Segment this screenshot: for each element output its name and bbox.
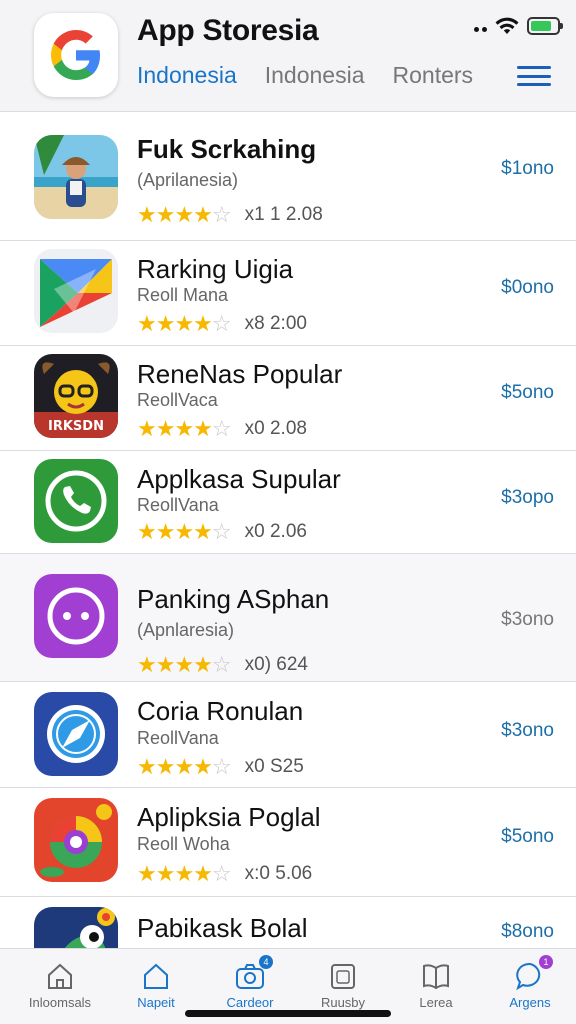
play-triangle-icon: [34, 249, 118, 333]
app-subtitle: Reoll Mana: [137, 285, 229, 305]
star-rating-icon: ★★★★ ☆: [137, 652, 232, 677]
tabbar-label: Cardeor: [226, 995, 274, 1010]
price-button[interactable]: $3ono: [501, 609, 554, 631]
app-name: Applkasa Supular: [137, 464, 341, 494]
beach-photo-icon: [34, 135, 118, 219]
tab-ronters[interactable]: Ronters: [393, 62, 474, 89]
rating-meta: x0 2.08: [244, 418, 307, 439]
rating-meta: x0 2.06: [244, 521, 307, 542]
tabbar-label: Napeit: [137, 995, 175, 1010]
star-rating-icon: ★★★★ ☆: [137, 861, 232, 886]
tabbar-item-napeit[interactable]: Napeit: [108, 961, 204, 1010]
list-item[interactable]: Pabikask Bolal $8ono: [0, 897, 576, 948]
star-rating-icon: ★★★★ ☆: [137, 754, 232, 779]
rating-meta: x1 1 2.08: [244, 204, 323, 225]
status-bar: [474, 16, 563, 36]
list-item[interactable]: Applkasa Supular ReollVana ★★★★ ☆ x0 2.06…: [0, 451, 576, 554]
rating-meta: x:0 5.06: [244, 863, 313, 884]
app-subtitle: Reoll Woha: [137, 834, 230, 854]
camera-icon: 4: [235, 955, 273, 991]
app-name: Aplipksia Poglal: [137, 802, 321, 832]
rating-meta: x8 2:00: [244, 313, 307, 334]
house-icon: [141, 961, 171, 991]
app-name: ReneNas Popular: [137, 359, 343, 389]
app-header: App Storesia Indonesia Indonesia Ronters: [0, 0, 576, 112]
tabbar-item-ruusby[interactable]: Ruusby: [295, 961, 391, 1010]
app-rating: ★★★★ ☆ x0 2.08: [137, 416, 307, 442]
chat-bubble-icon: 1: [515, 955, 553, 991]
app-name: Panking ASphan: [137, 584, 330, 614]
home-outline-icon: [45, 961, 75, 991]
star-rating-icon: ★★★★ ☆: [137, 202, 232, 227]
header-tabs: Indonesia Indonesia Ronters: [137, 62, 473, 89]
app-name: Pabikask Bolal: [137, 913, 308, 943]
tabbar-item-argens[interactable]: 1 Argens: [482, 955, 576, 1010]
star-rating-icon: ★★★★ ☆: [137, 416, 232, 441]
notification-badge: 1: [539, 955, 553, 969]
app-subtitle: ReollVaca: [137, 390, 218, 410]
cellular-signal-icon: [474, 20, 487, 32]
app-subtitle: (Apnlaresia): [137, 620, 235, 640]
list-item[interactable]: IRKSDN ReneNas Popular ReollVaca ★★★★ ☆ x…: [0, 346, 576, 451]
app-rating: ★★★★ ☆ x1 1 2.08: [137, 202, 323, 228]
price-button[interactable]: $3opo: [501, 487, 554, 509]
rating-meta: x0) 624: [244, 654, 308, 675]
colorful-swirl-icon: [34, 798, 118, 882]
list-item[interactable]: Panking ASphan (Apnlaresia) ★★★★ ☆ x0) 62…: [0, 554, 576, 682]
package-icon: [328, 961, 358, 991]
wifi-icon: [495, 17, 519, 34]
app-rating: ★★★★ ☆ x0) 624: [137, 652, 308, 678]
tabbar-label: Inloomsals: [28, 995, 92, 1010]
star-rating-icon: ★★★★ ☆: [137, 519, 232, 544]
app-name: Fuk Scrkahing: [137, 134, 317, 164]
tabbar-item-lerea[interactable]: Lerea: [388, 961, 484, 1010]
app-rating: ★★★★ ☆ x:0 5.06: [137, 861, 312, 887]
icon-caption: IRKSDN: [48, 419, 104, 434]
cartoon-bird-icon: [34, 907, 118, 948]
tab-indonesia[interactable]: Indonesia: [137, 62, 237, 89]
price-button[interactable]: $0ono: [501, 277, 554, 299]
tabbar-label: Lerea: [419, 995, 453, 1010]
list-item[interactable]: Coria Ronulan ReollVana ★★★★ ☆ x0 S25 $3o…: [0, 682, 576, 788]
list-item[interactable]: Aplipksia Poglal Reoll Woha ★★★★ ☆ x:0 5.…: [0, 788, 576, 897]
tabbar-label: Ruusby: [320, 995, 366, 1010]
notification-badge: 4: [259, 955, 273, 969]
tabbar-item-cardeor[interactable]: 4 Cardeor: [202, 955, 298, 1010]
price-button[interactable]: $3ono: [501, 720, 554, 742]
app-subtitle: ReollVana: [137, 495, 219, 515]
app-name: Coria Ronulan: [137, 696, 304, 726]
app-rating: ★★★★ ☆ x8 2:00: [137, 311, 307, 337]
price-button[interactable]: $5ono: [501, 382, 554, 404]
app-subtitle: ReollVana: [137, 728, 219, 748]
tabbar-label: Argens: [509, 995, 551, 1010]
tabbar-item-inloomsals[interactable]: Inloomsals: [12, 961, 108, 1010]
list-item[interactable]: Fuk Scrkahing (Aprilanesia) ★★★★ ☆ x1 1 2…: [0, 112, 576, 241]
tab-indonesia-2[interactable]: Indonesia: [265, 62, 365, 89]
chat-dots-icon: [34, 574, 118, 658]
list-item[interactable]: Rarking Uigia Reoll Mana ★★★★ ☆ x8 2:00 $…: [0, 241, 576, 346]
home-indicator[interactable]: [185, 1010, 391, 1017]
google-logo-icon[interactable]: [34, 13, 118, 97]
price-button[interactable]: $1ono: [501, 158, 554, 180]
app-rating: ★★★★ ☆ x0 S25: [137, 754, 304, 780]
app-name: Rarking Uigia: [137, 254, 294, 284]
compass-icon: [34, 692, 118, 776]
phone-call-icon: [34, 459, 118, 543]
page-title: App Storesia: [137, 14, 319, 47]
app-subtitle: (Aprilanesia): [137, 170, 239, 190]
app-rating: ★★★★ ☆ x0 2.06: [137, 519, 307, 545]
cartoon-character-icon: IRKSDN: [34, 354, 118, 438]
book-open-icon: [421, 961, 451, 991]
rating-meta: x0 S25: [244, 756, 304, 777]
price-button[interactable]: $8ono: [501, 921, 554, 943]
price-button[interactable]: $5ono: [501, 826, 554, 848]
star-rating-icon: ★★★★ ☆: [137, 311, 232, 336]
battery-icon: [527, 17, 563, 35]
hamburger-menu-icon[interactable]: [517, 66, 551, 86]
